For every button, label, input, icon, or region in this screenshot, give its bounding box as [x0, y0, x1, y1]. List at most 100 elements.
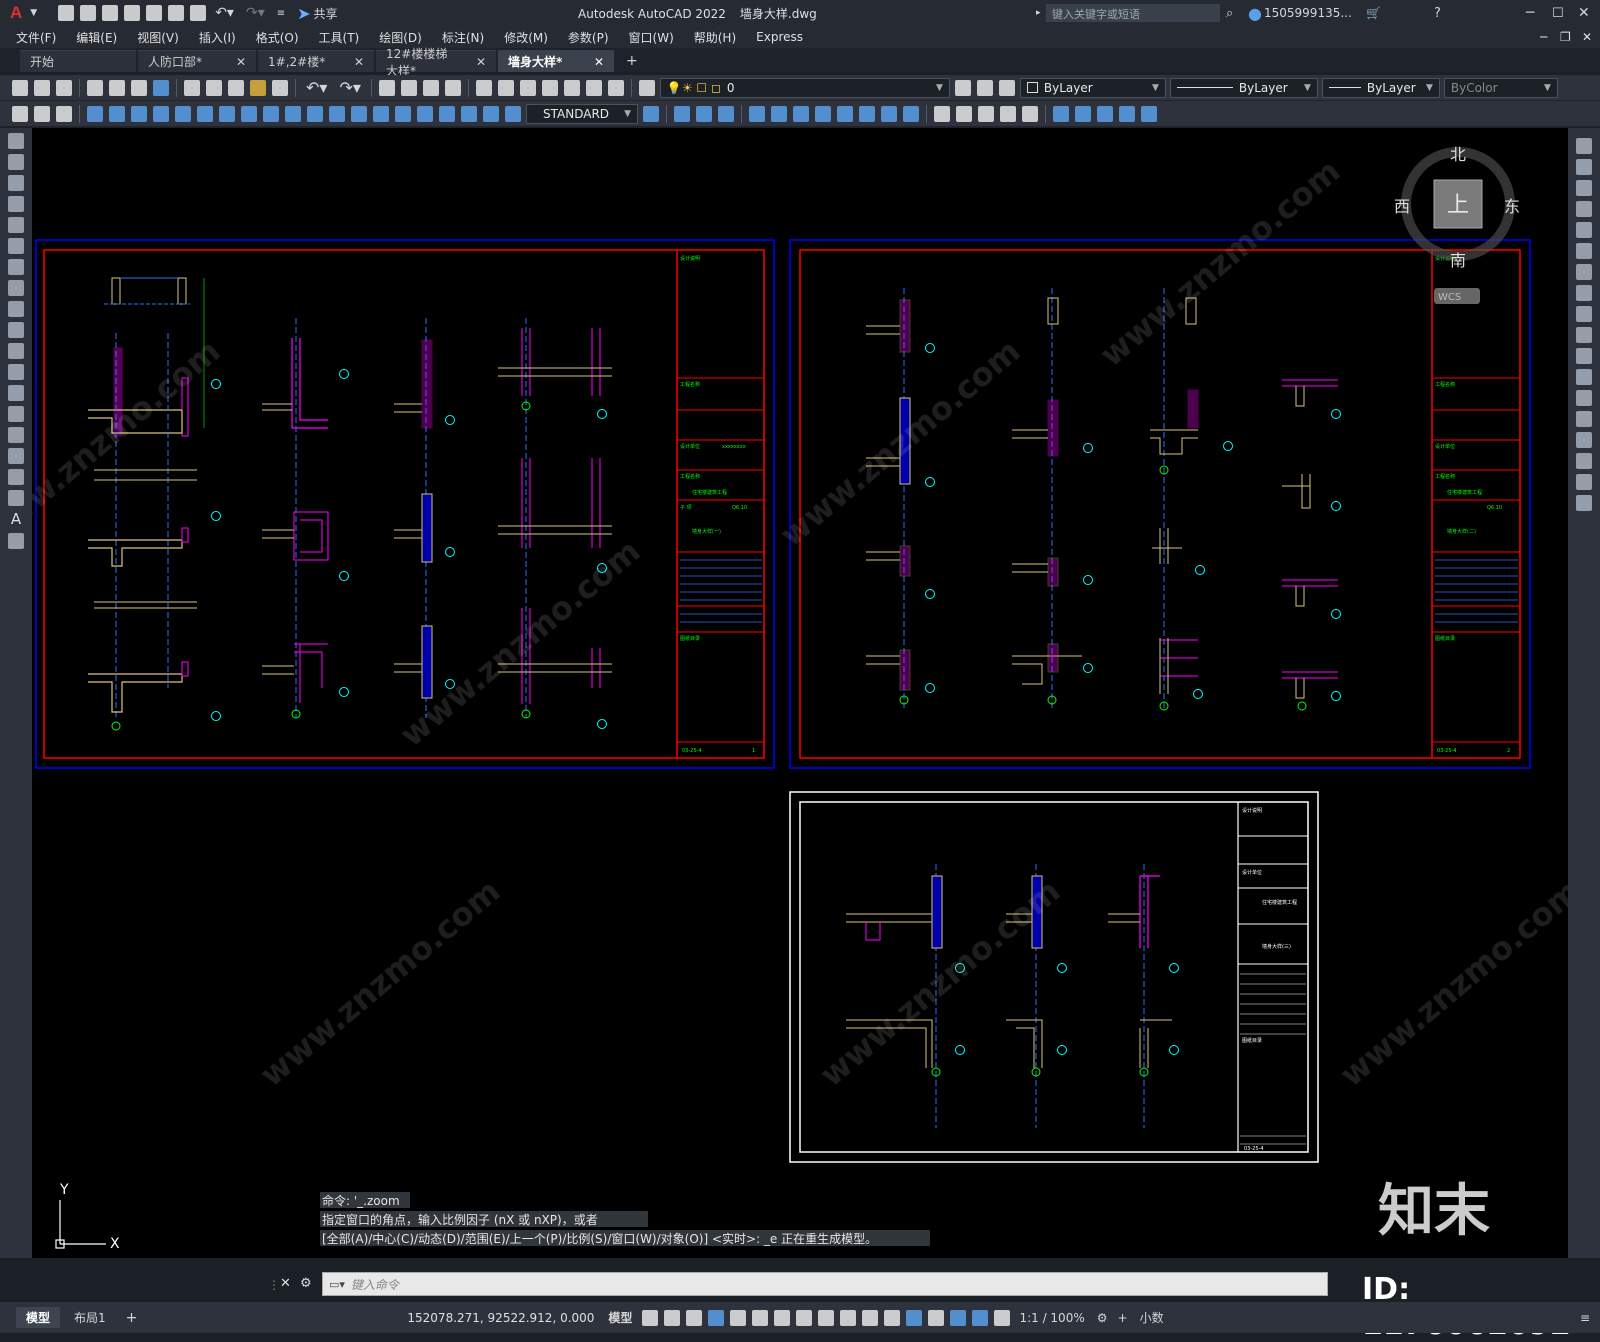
tool-palette-icon[interactable]	[519, 79, 536, 96]
break-at-point-icon[interactable]	[1576, 369, 1592, 385]
add-layout-icon[interactable]: +	[126, 1310, 138, 1326]
close-icon[interactable]: ✕	[354, 55, 364, 69]
ucs-face-icon[interactable]	[837, 105, 853, 122]
layout-tab-model[interactable]: 模型	[16, 1307, 61, 1328]
calculator-icon[interactable]	[585, 79, 602, 96]
menu-modify[interactable]: 修改(M)	[494, 29, 558, 46]
menu-insert[interactable]: 插入(I)	[189, 29, 246, 46]
menu-dimension[interactable]: 标注(N)	[432, 29, 494, 46]
tab-wall-detail[interactable]: 墙身大样* ✕	[498, 50, 614, 72]
layout-tab-layout1[interactable]: 布局1	[64, 1307, 116, 1328]
subtract-icon[interactable]	[1075, 105, 1091, 122]
ucs-object-icon[interactable]	[859, 105, 875, 122]
viewcube[interactable]: 上 北 南 东 西 WCS	[1394, 145, 1520, 304]
layer-properties-icon[interactable]	[638, 79, 655, 96]
save-icon[interactable]	[56, 79, 72, 96]
selection-filter-icon[interactable]	[928, 1309, 945, 1326]
dim-baseline-icon[interactable]	[285, 105, 301, 122]
rectangle-icon[interactable]	[8, 217, 24, 233]
quick-dim-icon[interactable]	[263, 105, 279, 122]
command-close-icon[interactable]: ✕	[280, 1276, 291, 1291]
region-icon[interactable]	[8, 469, 24, 485]
command-settings-icon[interactable]: ⚙	[300, 1276, 312, 1291]
sphere-icon[interactable]	[956, 105, 972, 122]
circle-icon[interactable]	[8, 259, 24, 275]
share-button[interactable]: 共享	[314, 5, 338, 22]
chamfer-icon[interactable]	[1576, 432, 1592, 448]
open-icon[interactable]	[34, 79, 50, 96]
minimize-button[interactable]: ─	[1526, 5, 1534, 21]
move-icon[interactable]	[1576, 243, 1592, 259]
menu-file[interactable]: 文件(F)	[6, 29, 66, 46]
dim-radius-icon[interactable]	[175, 105, 191, 122]
viewcube-top[interactable]: 上	[1447, 193, 1469, 218]
dimstyle-icon[interactable]	[643, 105, 659, 122]
auto-scale-icon[interactable]	[994, 1309, 1011, 1326]
join-icon[interactable]	[1576, 411, 1592, 427]
spline-icon[interactable]	[8, 301, 24, 317]
workspace-dropdown-icon[interactable]: ≡	[277, 8, 285, 19]
mtext-icon[interactable]: A	[0, 510, 32, 528]
dim-angular-icon[interactable]	[241, 105, 257, 122]
tab-start[interactable]: 开始	[20, 50, 136, 72]
copy-icon[interactable]	[206, 79, 222, 96]
dim-text-edit-icon[interactable]	[483, 105, 499, 122]
layer-previous-icon[interactable]	[954, 79, 971, 96]
command-input[interactable]: 键入命令	[351, 1276, 399, 1293]
menu-parametric[interactable]: 参数(P)	[558, 29, 619, 46]
menu-help[interactable]: 帮助(H)	[684, 29, 746, 46]
arc-icon[interactable]	[8, 238, 24, 254]
dimstyle-dropdown[interactable]: STANDARD ▼	[526, 103, 638, 124]
dim-jogged-icon[interactable]	[197, 105, 213, 122]
web-open-icon[interactable]	[146, 5, 163, 21]
stretch-icon[interactable]	[1576, 306, 1592, 322]
dim-continue-icon[interactable]	[307, 105, 323, 122]
plot-icon[interactable]	[190, 5, 207, 21]
new-file-icon[interactable]	[58, 5, 75, 21]
user-name[interactable]: 1505999135...	[1264, 6, 1352, 20]
union-icon[interactable]	[1053, 105, 1069, 122]
dim-ordinate-icon[interactable]	[153, 105, 169, 122]
ucs-previous-icon[interactable]	[815, 105, 831, 122]
menu-tools[interactable]: 工具(T)	[309, 29, 370, 46]
undo-icon[interactable]: ↶▾	[306, 78, 327, 97]
grid-icon[interactable]	[642, 1309, 659, 1326]
redo-icon[interactable]: ↷▾	[339, 78, 360, 97]
sheet-1[interactable]: 设计说明工程名称设计单位 xxxxxxxx 工程名称住宅楼建筑工程子 项 Q6.10…	[35, 239, 775, 769]
annotation-visibility-icon[interactable]	[972, 1309, 989, 1326]
ortho-icon[interactable]	[708, 1309, 725, 1326]
cart-icon[interactable]: 🛒	[1366, 6, 1381, 20]
polyline-icon[interactable]	[8, 175, 24, 191]
lineweight-icon[interactable]	[818, 1309, 835, 1326]
orbit-icon[interactable]	[749, 105, 765, 122]
add-selected-icon[interactable]	[8, 533, 24, 549]
menu-edit[interactable]: 编辑(E)	[66, 29, 127, 46]
plotstyle-dropdown[interactable]: ByColor ▼	[1443, 77, 1558, 98]
redo-icon[interactable]: ↷▾	[246, 5, 265, 21]
view-front-icon[interactable]	[674, 105, 690, 122]
selection-cycling-icon[interactable]	[862, 1309, 879, 1326]
cone-icon[interactable]	[1000, 105, 1016, 122]
viewcube-west[interactable]: 西	[1394, 197, 1410, 216]
share-icon[interactable]: ➤	[297, 4, 310, 23]
open-file-icon[interactable]	[80, 5, 97, 21]
object-snap-icon[interactable]	[796, 1309, 813, 1326]
properties-icon[interactable]	[475, 79, 492, 96]
drawing-canvas[interactable]: 设计说明 工程名称 设计单位 xxxxxxxx 工程名称 住宅楼建筑工程子 项 Q6.10…	[32, 128, 1568, 1258]
help-icon[interactable]: ?	[1434, 6, 1441, 21]
paste-icon[interactable]	[228, 79, 244, 96]
color-dropdown[interactable]: ByLayer ▼	[1019, 77, 1166, 98]
infer-constraints-icon[interactable]	[686, 1309, 703, 1326]
array-icon[interactable]	[1576, 222, 1592, 238]
model-space-button[interactable]: 模型	[608, 1309, 632, 1326]
publish-icon[interactable]	[131, 79, 147, 96]
wedge-icon[interactable]	[1022, 105, 1038, 122]
help-icon[interactable]	[607, 79, 624, 96]
dim-break-icon[interactable]	[351, 105, 367, 122]
inspect-icon[interactable]	[417, 105, 433, 122]
mirror-icon[interactable]	[1576, 180, 1592, 196]
ellipse-arc-icon[interactable]	[8, 343, 24, 359]
lineweight-dropdown[interactable]: ByLayer ▼	[1321, 77, 1440, 98]
dim-edit-icon[interactable]	[461, 105, 477, 122]
customize-icon[interactable]: ≡	[1580, 1311, 1590, 1325]
